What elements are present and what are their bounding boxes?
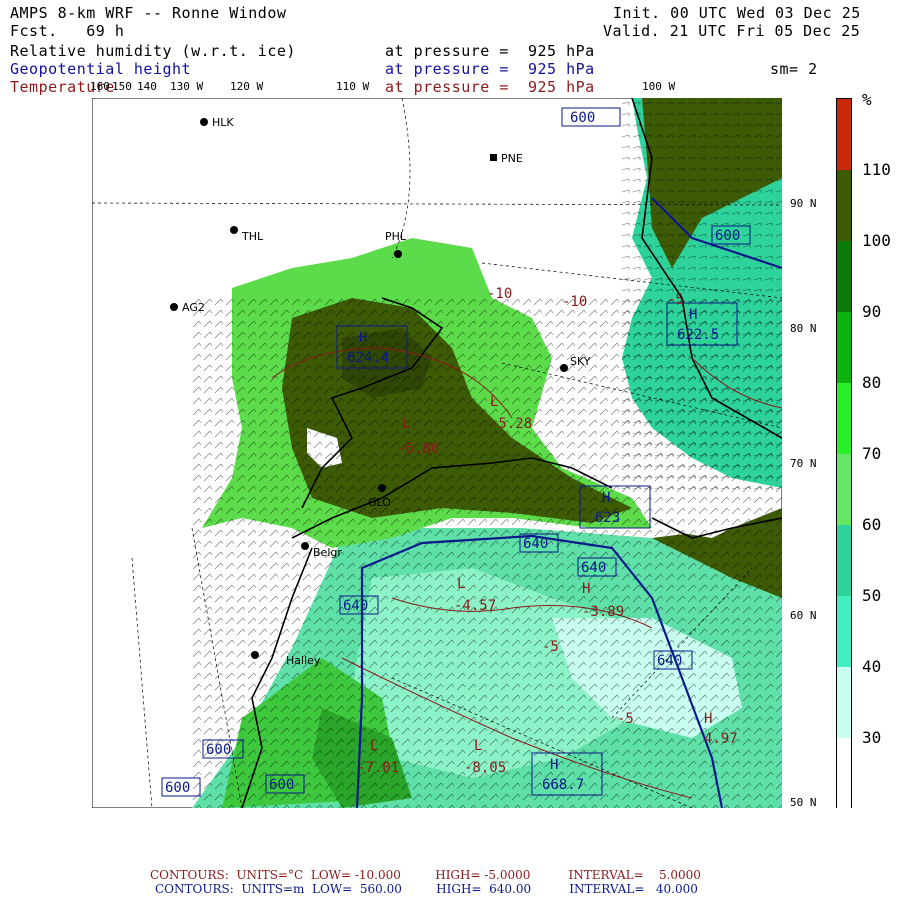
height-label: 600 xyxy=(570,110,595,126)
station-halley: Halley xyxy=(286,654,321,667)
temp-extremum-mark: H xyxy=(704,711,712,727)
height-extremum-value: 623 xyxy=(595,510,620,526)
lon-label: 100 W xyxy=(642,80,676,93)
temp-contour-label: -10 xyxy=(562,294,587,310)
colorbar xyxy=(836,98,852,809)
colorbar-unit: % xyxy=(862,90,872,109)
field-rh-label: Relative humidity (w.r.t. ice) xyxy=(10,42,296,60)
temperature-contour-info: CONTOURS: UNITS=°C LOW= -10.000 HIGH= -5… xyxy=(150,868,701,882)
station-hlk: HLK xyxy=(212,116,234,129)
temp-extremum-value: -3.89 xyxy=(582,604,624,620)
map-title: AMPS 8-km WRF -- Ronne Window xyxy=(10,4,287,22)
temp-extremum-value: -7.01 xyxy=(357,760,399,776)
colorbar-tick: 40 xyxy=(862,657,882,676)
lat-label: 60 N xyxy=(790,609,817,622)
pressure-level-1: at pressure = 925 hPa xyxy=(385,42,595,60)
station-thl: THL xyxy=(241,230,264,243)
colorbar-segment xyxy=(837,99,851,170)
height-label: 600 xyxy=(206,742,231,758)
height-extremum-mark: H xyxy=(689,307,697,323)
pressure-level-3: at pressure = 925 hPa xyxy=(385,78,595,96)
lon-label: 150 xyxy=(112,80,132,93)
temp-contour-label: -5 xyxy=(667,292,684,308)
temp-extremum-mark: L xyxy=(370,738,378,754)
forecast-hour: Fcst. 69 h xyxy=(10,22,125,40)
temp-extremum-value: -6.80 xyxy=(397,441,439,457)
colorbar-segment xyxy=(837,383,851,454)
lat-label: 70 N xyxy=(790,457,817,470)
height-label: 600 xyxy=(715,228,740,244)
wind-barbs-east xyxy=(622,98,782,498)
colorbar-segment xyxy=(837,454,851,525)
colorbar-segment xyxy=(837,738,851,809)
pressure-level-2: at pressure = 925 hPa xyxy=(385,60,595,78)
temp-extremum-mark: H xyxy=(582,581,590,597)
colorbar-segment xyxy=(837,170,851,241)
station-phl: PHL xyxy=(385,230,407,243)
lon-label: 110 W xyxy=(336,80,370,93)
lat-label: 80 N xyxy=(790,322,817,335)
colorbar-segment xyxy=(837,241,851,312)
station-sky: SKY xyxy=(570,355,591,368)
temp-extremum-mark: L xyxy=(457,576,465,592)
height-extremum-value: 622.5 xyxy=(677,327,719,343)
temp-extremum-value: -5.28 xyxy=(490,416,532,432)
height-label: 600 xyxy=(269,777,294,793)
lat-label: 50 N xyxy=(790,796,817,809)
temp-extremum-value: -8.05 xyxy=(464,760,506,776)
height-label: 640 xyxy=(657,653,682,669)
temp-extremum-value: -4.57 xyxy=(454,598,496,614)
height-extremum-mark: H xyxy=(550,757,558,773)
smoothing-label: sm= 2 xyxy=(770,60,818,78)
temp-extremum-value: 4.97 xyxy=(704,731,738,747)
height-label: 640 xyxy=(581,560,606,576)
colorbar-tick: 90 xyxy=(862,302,882,321)
lon-label: 160 xyxy=(90,80,110,93)
temp-contour-label: -5 xyxy=(542,639,559,655)
init-time: Init. 00 UTC Wed 03 Dec 25 xyxy=(613,4,861,22)
colorbar-tick: 80 xyxy=(862,373,882,392)
station-belgr: Belgr xyxy=(313,546,342,559)
lon-label: 140 xyxy=(137,80,157,93)
temp-extremum-mark: L xyxy=(402,416,410,432)
colorbar-segment xyxy=(837,596,851,667)
height-label: 640 xyxy=(343,598,368,614)
temp-extremum-mark: L xyxy=(490,394,498,410)
station-pne: PNE xyxy=(501,152,523,165)
height-label: 600 xyxy=(165,780,190,796)
temp-extremum-mark: L xyxy=(474,738,482,754)
height-extremum-value: 668.7 xyxy=(542,777,584,793)
field-height-label: Geopotential height xyxy=(10,60,192,78)
temp-contour-label: -10 xyxy=(487,286,512,302)
colorbar-segment xyxy=(837,525,851,596)
station-glo: GLO xyxy=(368,496,391,509)
valid-time: Valid. 21 UTC Fri 05 Dec 25 xyxy=(603,22,861,40)
height-extremum-mark: H xyxy=(602,490,610,506)
colorbar-segment xyxy=(837,312,851,383)
temp-contour-label: -5 xyxy=(617,711,634,727)
lon-label: 120 W xyxy=(230,80,264,93)
lon-label: 130 W xyxy=(170,80,204,93)
height-label: 640 xyxy=(523,536,548,552)
colorbar-tick: 30 xyxy=(862,728,882,747)
height-extremum-mark: H xyxy=(359,330,367,346)
station-ag2: AG2 xyxy=(182,301,205,314)
colorbar-tick: 100 xyxy=(862,231,891,250)
colorbar-tick: 50 xyxy=(862,586,882,605)
height-contour-info: CONTOURS: UNITS=m LOW= 560.00 HIGH= 640.… xyxy=(155,882,698,896)
lat-label: 90 N xyxy=(790,197,817,210)
height-extremum-value: 624.4 xyxy=(347,350,389,366)
colorbar-tick: 70 xyxy=(862,444,882,463)
colorbar-segment xyxy=(837,667,851,738)
colorbar-tick: 60 xyxy=(862,515,882,534)
colorbar-tick: 110 xyxy=(862,160,891,179)
weather-map: HLK PNE THL PHL AG2 SKY GLO Belgr Halley… xyxy=(92,98,782,808)
